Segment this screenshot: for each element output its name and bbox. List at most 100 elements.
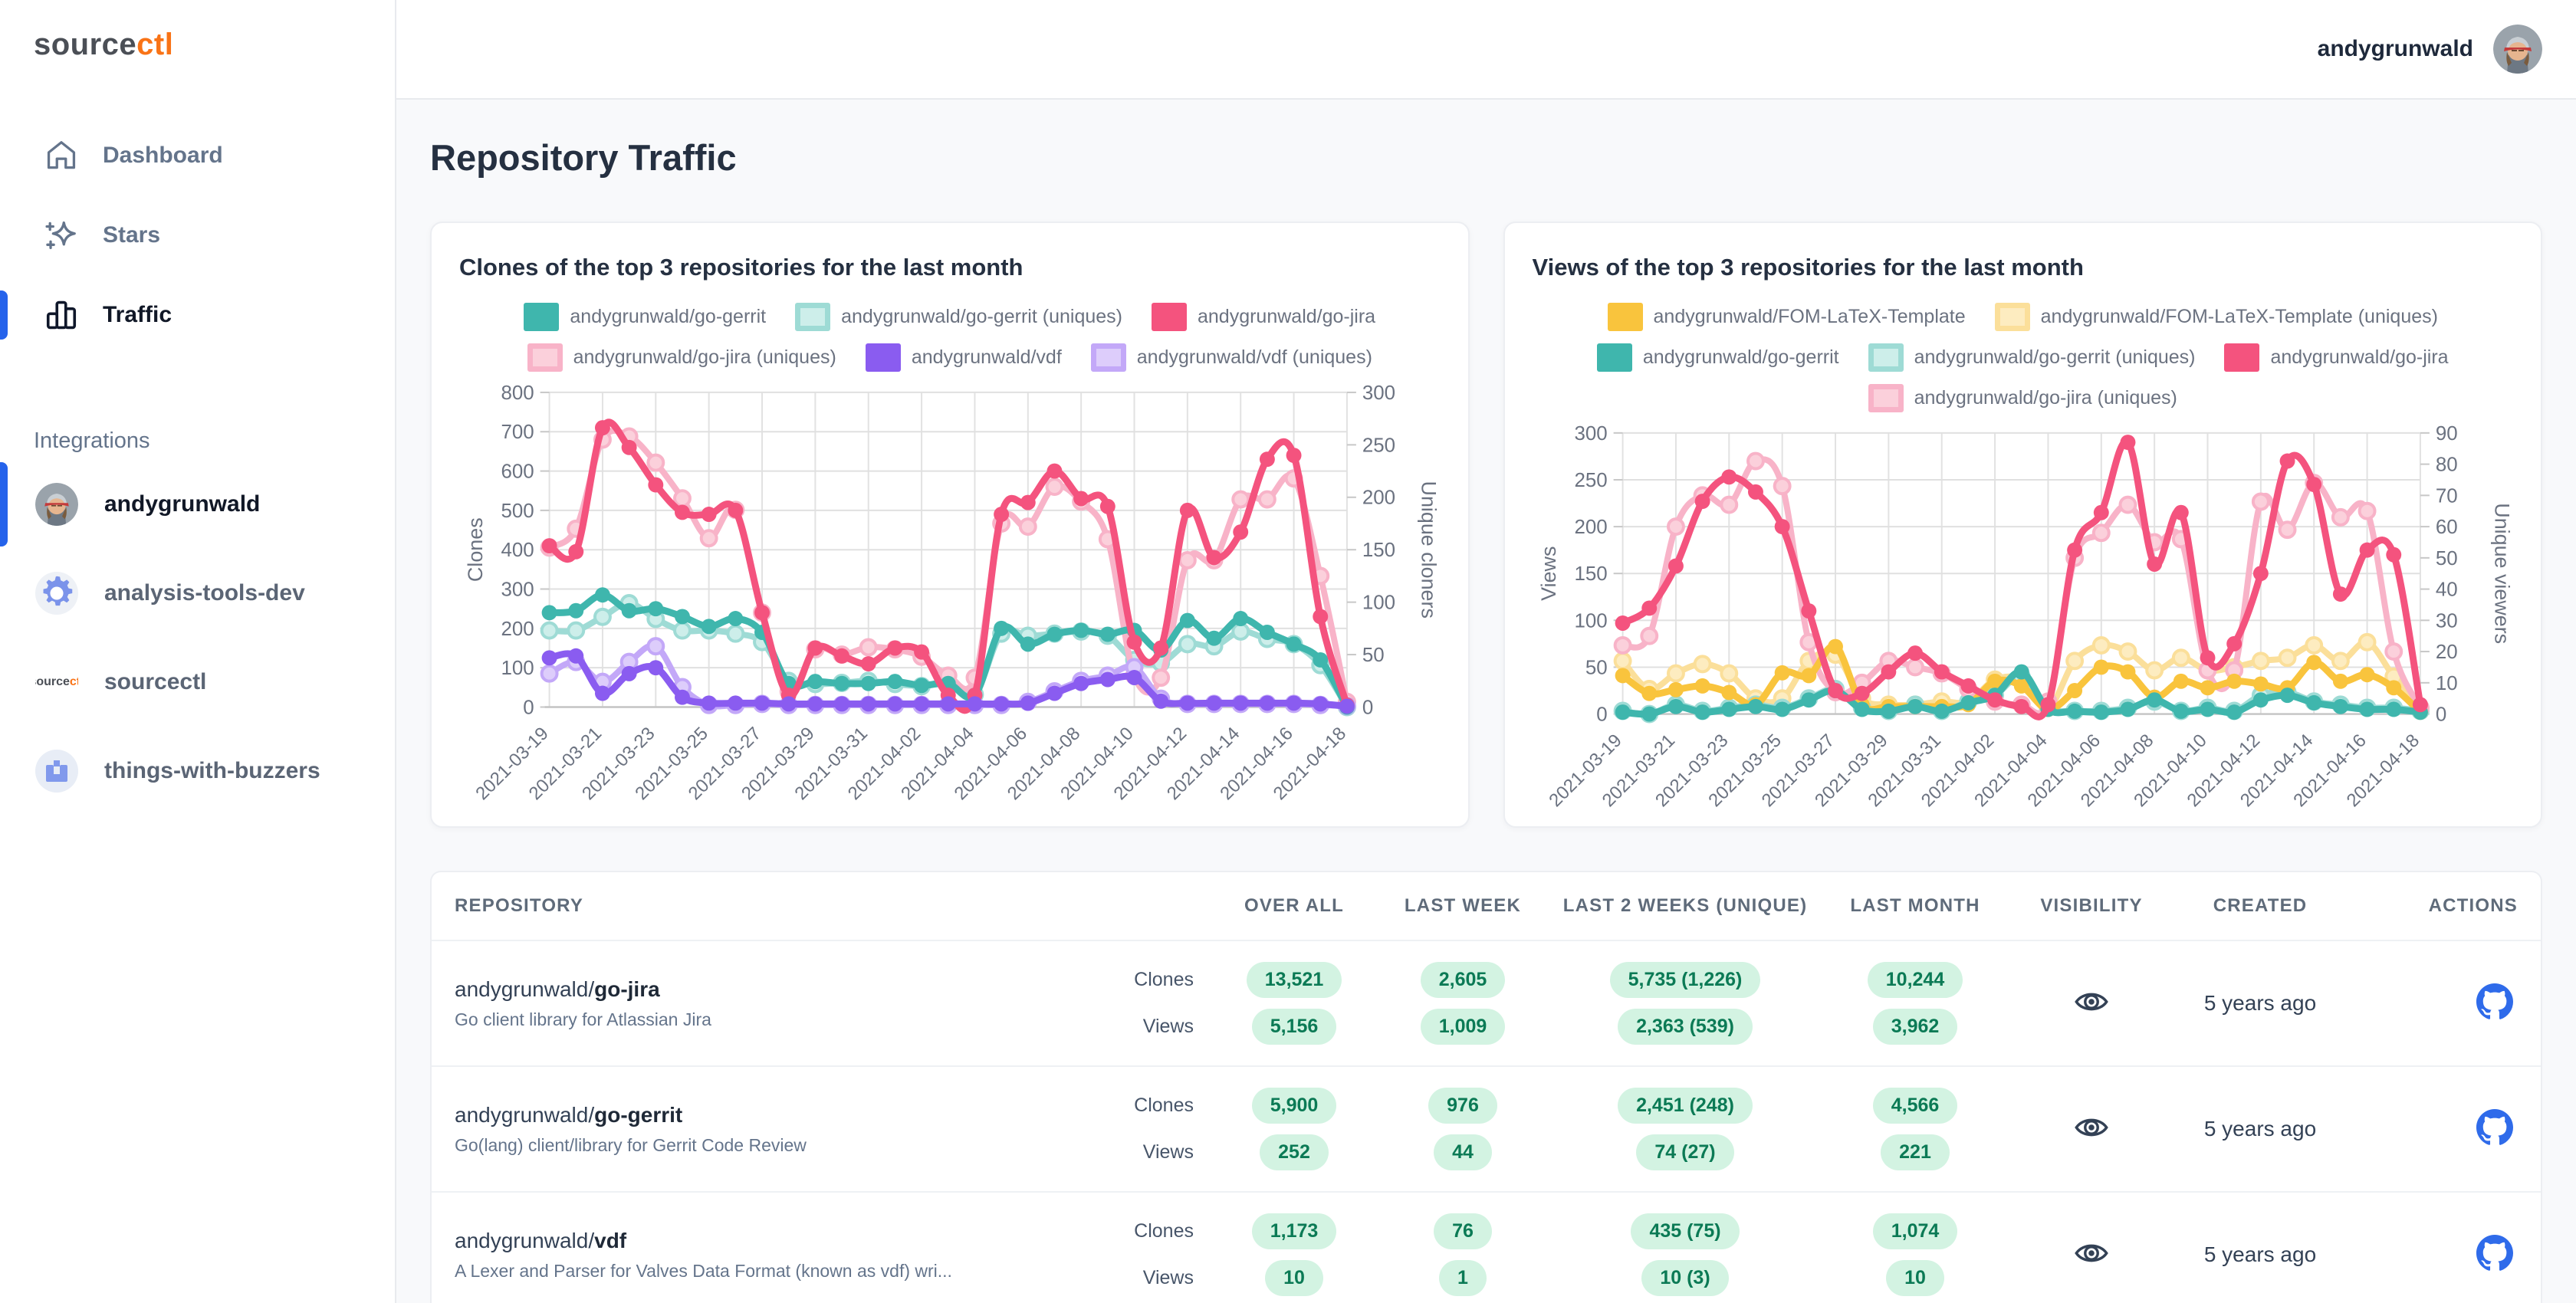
github-icon[interactable]	[2476, 1234, 2513, 1272]
column-header: VISIBILITY	[2040, 895, 2143, 916]
metric-badge: 2,605	[1420, 962, 1506, 998]
legend-item[interactable]: andygrunwald/FOM-LaTeX-Template (uniques…	[1986, 303, 2447, 331]
content: Repository Traffic Clones of the top 3 r…	[396, 100, 2576, 1303]
line-chart: 0501001502002503000102030405060708090202…	[1536, 423, 2513, 811]
legend-item[interactable]: andygrunwald/go-gerrit (uniques)	[786, 303, 1132, 331]
github-icon[interactable]	[2476, 983, 2513, 1020]
metric-label: Views	[1142, 1016, 1194, 1037]
integration-item-things-with-buzzers[interactable]: things-with-buzzers	[0, 727, 395, 816]
svg-text:150: 150	[1362, 540, 1395, 561]
metric-badge: 2,363 (539)	[1618, 1009, 1753, 1045]
metric-badge: 13,521	[1246, 962, 1342, 998]
app-root: sourcectl Dashboard Stars Traffic Integrat…	[0, 0, 2576, 1303]
repo-description: A Lexer and Parser for Valves Data Forma…	[455, 1260, 952, 1281]
eye-icon[interactable]	[2073, 1109, 2110, 1146]
legend-label: andygrunwald/go-gerrit	[1642, 346, 1839, 368]
repo-name[interactable]: andygrunwald/vdf	[455, 1229, 1114, 1253]
integrations-heading: Integrations	[34, 428, 150, 453]
svg-text:50: 50	[2435, 548, 2457, 569]
legend-item[interactable]: andygrunwald/vdf	[856, 343, 1071, 372]
sidebar-item-label: Traffic	[103, 302, 172, 327]
topbar: andygrunwald	[396, 0, 2576, 100]
legend-label: andygrunwald/vdf (uniques)	[1136, 346, 1372, 368]
metric-badge: 10	[1886, 1260, 1944, 1296]
legend-swatch	[795, 303, 831, 331]
repo-name[interactable]: andygrunwald/go-jira	[455, 977, 1114, 1002]
svg-text:200: 200	[501, 619, 534, 640]
integration-item-analysis-tools-dev[interactable]: analysis-tools-dev	[0, 549, 395, 638]
svg-text:20: 20	[2435, 642, 2457, 663]
legend-item[interactable]: andygrunwald/go-gerrit	[514, 303, 775, 331]
svg-text:150: 150	[1574, 563, 1607, 585]
svg-text:Unique viewers: Unique viewers	[2490, 503, 2513, 644]
metric-badge: 5,900	[1251, 1088, 1337, 1124]
svg-text:500: 500	[501, 501, 534, 522]
user-menu[interactable]: andygrunwald	[2318, 25, 2542, 74]
table-row: andygrunwald/vdf A Lexer and Parser for V…	[432, 1191, 2541, 1303]
legend-item[interactable]: andygrunwald/go-jira (uniques)	[1859, 384, 2187, 412]
traffic-icon	[43, 297, 80, 333]
metric-label: Clones	[1134, 969, 1194, 990]
brand-logo[interactable]: sourcectl	[0, 0, 395, 62]
svg-text:40: 40	[2435, 579, 2457, 601]
svg-text:200: 200	[1362, 487, 1395, 509]
legend-swatch	[2224, 343, 2260, 372]
integration-label: things-with-buzzers	[104, 758, 320, 783]
metric-badge: 435 (75)	[1631, 1213, 1740, 1249]
table-row: andygrunwald/go-gerrit Go(lang) client/li…	[432, 1065, 2541, 1191]
legend-swatch	[524, 303, 560, 331]
gear-icon	[35, 572, 78, 615]
brand-primary: source	[34, 28, 137, 61]
legend-swatch	[1596, 343, 1632, 372]
metric-label: Views	[1142, 1267, 1194, 1288]
svg-text:600: 600	[501, 461, 534, 483]
legend-item[interactable]: andygrunwald/go-gerrit	[1588, 343, 1848, 372]
legend-swatch	[1607, 303, 1643, 331]
metric-label: Clones	[1134, 1095, 1194, 1116]
svg-text:300: 300	[1574, 423, 1607, 445]
legend-item[interactable]: andygrunwald/go-jira	[2215, 343, 2457, 372]
legend-label: andygrunwald/go-jira	[1197, 306, 1376, 327]
column-header: LAST 2 WEEKS (UNIQUE)	[1562, 895, 1808, 916]
metric-badge: 976	[1428, 1088, 1497, 1124]
column-header: REPOSITORY	[455, 895, 584, 916]
legend-item[interactable]: andygrunwald/go-jira	[1142, 303, 1385, 331]
integration-item-sourcectl[interactable]: sourcectl sourcectl	[0, 638, 395, 727]
metric-badge: 10 (3)	[1641, 1260, 1729, 1296]
eye-icon[interactable]	[2073, 983, 2110, 1020]
legend-item[interactable]: andygrunwald/vdf (uniques)	[1082, 343, 1382, 372]
svg-text:400: 400	[501, 540, 534, 561]
legend-swatch	[865, 343, 901, 372]
repo-description: Go client library for Atlassian Jira	[455, 1009, 711, 1029]
legend-label: andygrunwald/go-gerrit	[570, 306, 767, 327]
svg-text:0: 0	[2435, 704, 2446, 726]
table-header: REPOSITORY OVER ALL LAST WEEK LAST 2 WEEKS …	[432, 872, 2541, 940]
column-header: ACTIONS	[2428, 895, 2518, 916]
legend-item[interactable]: andygrunwald/FOM-LaTeX-Template	[1598, 303, 1975, 331]
legend-swatch	[527, 343, 563, 372]
sidebar-item-stars[interactable]: Stars	[0, 195, 395, 275]
chart-card-views: Views of the top 3 repositories for the …	[1503, 222, 2542, 828]
metric-label: Views	[1142, 1141, 1194, 1163]
legend-swatch	[1090, 343, 1126, 372]
sidebar-item-traffic[interactable]: Traffic	[0, 275, 395, 355]
integration-item-andygrunwald[interactable]: andygrunwald	[0, 460, 395, 549]
repo-name[interactable]: andygrunwald/go-gerrit	[455, 1103, 1114, 1127]
sidebar-item-dashboard[interactable]: Dashboard	[0, 116, 395, 195]
svg-text:800: 800	[501, 382, 534, 404]
svg-text:70: 70	[2435, 485, 2457, 507]
svg-text:200: 200	[1574, 517, 1607, 538]
svg-text:90: 90	[2435, 423, 2457, 445]
metric-badge: 10,244	[1867, 962, 1963, 998]
legend-item[interactable]: andygrunwald/go-jira (uniques)	[518, 343, 846, 372]
legend-label: andygrunwald/go-jira (uniques)	[573, 346, 836, 368]
eye-icon[interactable]	[2073, 1235, 2110, 1272]
chart-legend: andygrunwald/go-gerrit andygrunwald/go-ge…	[459, 303, 1441, 372]
legend-item[interactable]: andygrunwald/go-gerrit (uniques)	[1859, 343, 2205, 372]
metric-badge: 4,566	[1872, 1088, 1958, 1124]
github-icon[interactable]	[2476, 1108, 2513, 1146]
metric-badge: 5,735 (1,226)	[1609, 962, 1761, 998]
legend-label: andygrunwald/vdf	[911, 346, 1062, 368]
metric-badge: 1,009	[1420, 1009, 1506, 1045]
svg-text:Unique cloners: Unique cloners	[1418, 481, 1441, 619]
